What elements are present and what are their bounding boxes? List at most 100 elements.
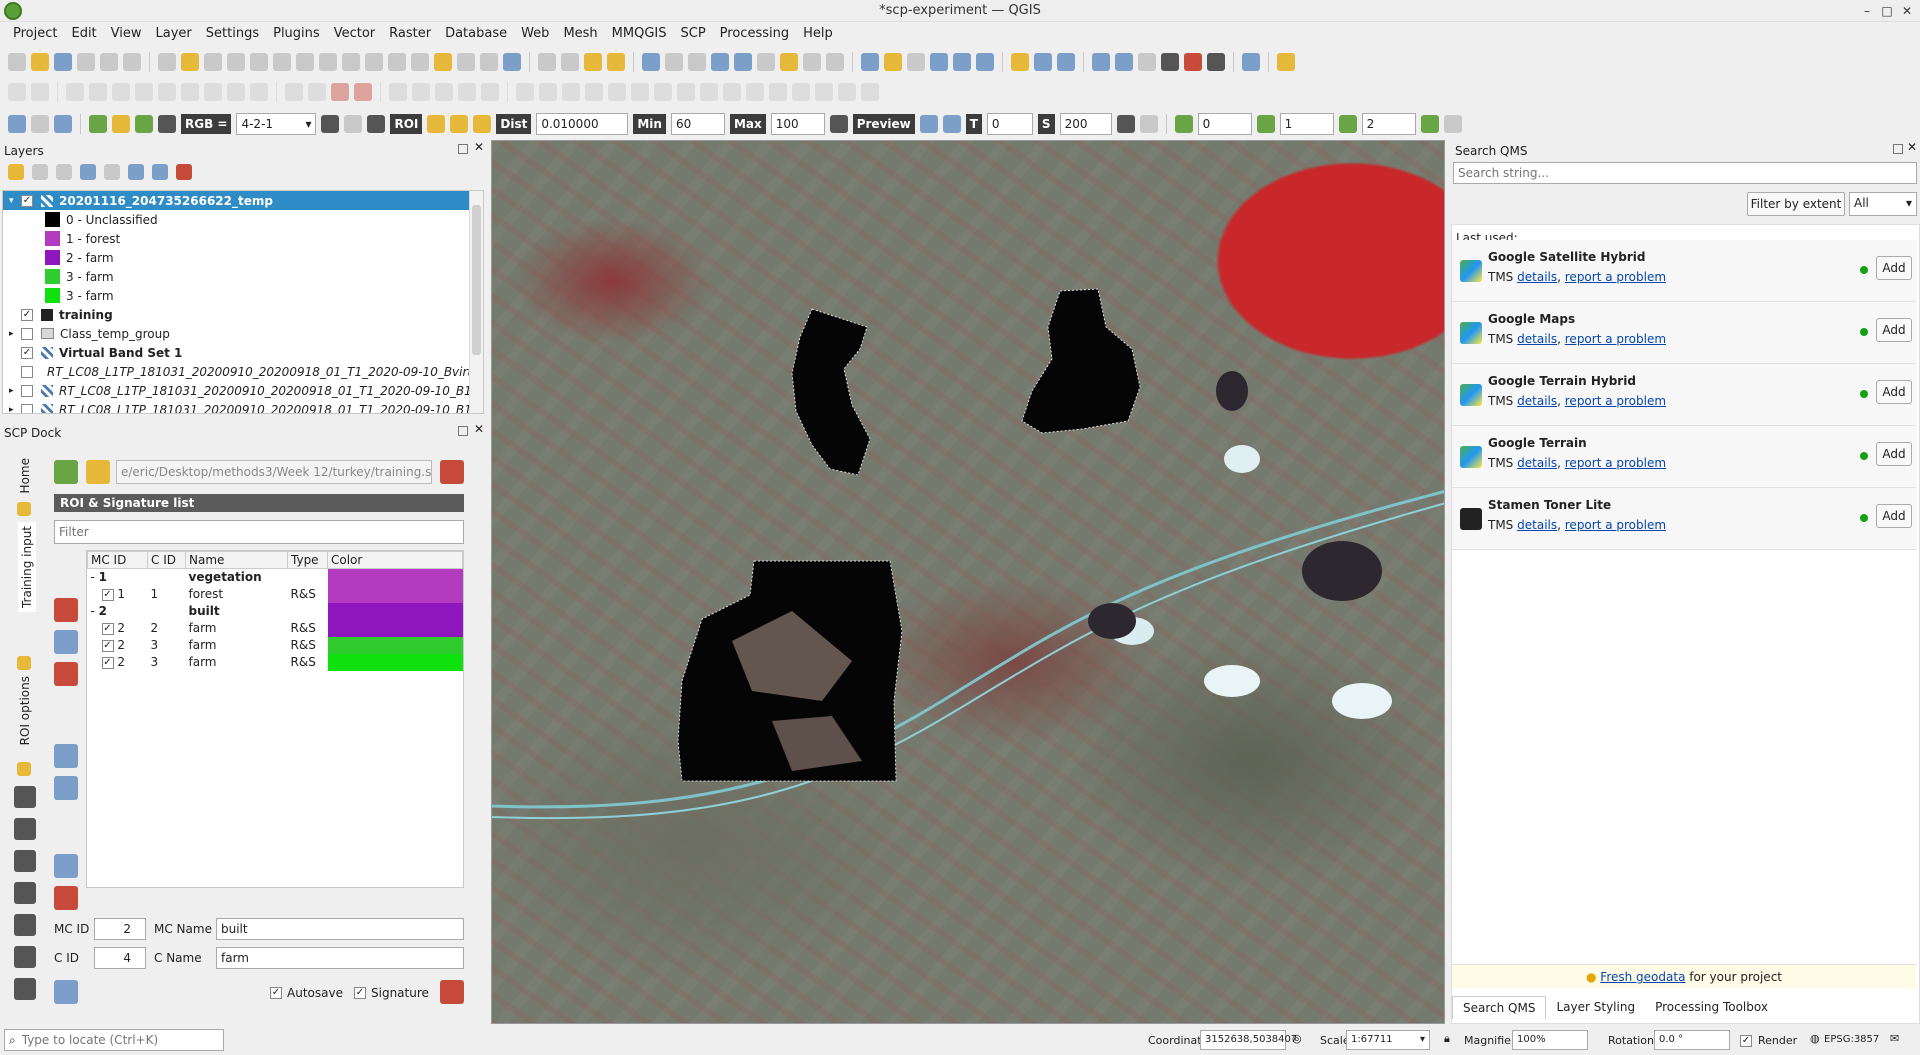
scp-settings-icon[interactable] (1443, 115, 1462, 133)
label-pin-icon[interactable] (308, 83, 326, 101)
collapse-icon[interactable]: - (91, 570, 95, 584)
layer-row-temp[interactable]: ▾ ✓ 20201116_204735266622_temp (3, 191, 483, 210)
save-roi-icon[interactable] (440, 980, 464, 1004)
menu-layer[interactable]: Layer (149, 22, 199, 46)
t-input[interactable]: 0 (986, 113, 1033, 135)
layout-manager-icon[interactable] (123, 53, 141, 71)
float-panel-icon[interactable] (458, 426, 468, 436)
scatter-plot-icon[interactable] (54, 744, 78, 768)
band-set-tab-icon[interactable] (14, 786, 36, 808)
classification-preview-icon[interactable] (919, 115, 938, 133)
scale-combo[interactable]: 1:67711 ▾ (1346, 1030, 1430, 1050)
float-panel-icon[interactable] (1893, 144, 1903, 154)
qms-filter-select[interactable]: All ▾ (1849, 192, 1917, 216)
show-rgb-icon[interactable] (158, 115, 176, 133)
batch-tab-icon[interactable] (14, 978, 36, 1000)
trim-extend-icon[interactable] (815, 83, 833, 101)
warning-icon[interactable] (1011, 53, 1029, 71)
merge-signatures-icon[interactable] (54, 630, 78, 654)
close-panel-icon[interactable]: ✕ (1907, 140, 1917, 154)
refresh-icon[interactable] (503, 53, 521, 71)
annotation-icon[interactable] (803, 53, 821, 71)
paste-icon[interactable] (204, 83, 222, 101)
filter-by-extent-button[interactable]: Filter by extent (1747, 192, 1845, 216)
label-move-icon[interactable] (389, 83, 407, 101)
settings-gear-icon[interactable] (711, 53, 729, 71)
menu-raster[interactable]: Raster (382, 22, 438, 46)
table-row[interactable]: ✓ 2 3 farm R&S (88, 653, 463, 671)
layer-row-raster[interactable]: ▸ RT_LC08_L1TP_181031_20200910_20200918_… (3, 381, 483, 400)
new-map-view-icon[interactable] (388, 53, 406, 71)
collapse-icon[interactable]: - (91, 604, 95, 618)
remove-layer-icon[interactable] (176, 164, 192, 180)
manage-visibility-icon[interactable] (56, 164, 72, 180)
delete-signature-icon[interactable] (54, 662, 78, 686)
zoom-next-icon[interactable] (365, 53, 383, 71)
signature-filter-input[interactable] (54, 520, 464, 544)
layer-row-group[interactable]: ▸ Class_temp_group (3, 324, 483, 343)
filter-expression-icon[interactable] (104, 164, 120, 180)
rotation-input[interactable]: 0.0 ° (1654, 1030, 1730, 1050)
scp-chart-icon[interactable] (54, 115, 72, 133)
add-ring-icon[interactable] (677, 83, 695, 101)
nextgis-icon[interactable] (1277, 53, 1295, 71)
min-input[interactable]: 60 (670, 113, 725, 135)
field-calculator-icon[interactable] (688, 53, 706, 71)
edit-pencil-icon[interactable] (8, 83, 26, 101)
wfs-icon[interactable] (976, 53, 994, 71)
snapping-icon[interactable] (838, 83, 856, 101)
style-panel-icon[interactable] (8, 164, 24, 180)
open-training-file-icon[interactable] (54, 460, 78, 484)
autosave-toggle[interactable]: ✓ Autosave (270, 986, 343, 1000)
preview-zoom-icon[interactable] (829, 115, 848, 133)
preprocessing-tab-icon[interactable] (14, 882, 36, 904)
col-name[interactable]: Name (185, 551, 288, 569)
layer-checkbox[interactable] (21, 384, 33, 397)
redo-preview-icon[interactable] (942, 115, 961, 133)
label-rotate-icon[interactable] (412, 83, 430, 101)
delete-selected-icon[interactable] (135, 83, 153, 101)
calculate-signatures-icon[interactable] (54, 776, 78, 800)
binoculars-icon[interactable] (1207, 53, 1225, 71)
color-cell[interactable] (327, 653, 463, 671)
report-problem-link[interactable]: report a problem (1565, 456, 1666, 470)
layer-checkbox[interactable] (21, 365, 33, 378)
delete-ring-icon[interactable] (746, 83, 764, 101)
layer-checkbox[interactable]: ✓ (21, 308, 33, 321)
deselect-icon[interactable] (584, 53, 602, 71)
new-training-file-icon[interactable] (86, 460, 110, 484)
plot-tab-icon[interactable] (14, 818, 36, 840)
layer-tree-scrollbar[interactable] (469, 191, 483, 413)
redo-icon[interactable] (250, 83, 268, 101)
tab-home[interactable]: Home (18, 458, 32, 493)
create-roi-icon[interactable] (427, 115, 446, 133)
select-location-icon[interactable] (607, 53, 625, 71)
pan-icon[interactable] (158, 53, 176, 71)
kml-icon[interactable] (1139, 115, 1158, 133)
tab-layer-styling[interactable]: Layer Styling (1546, 996, 1645, 1019)
add-feature-icon[interactable] (89, 83, 107, 101)
add-layer-icon[interactable] (861, 53, 879, 71)
close-panel-icon[interactable]: ✕ (474, 422, 484, 436)
locator-bar[interactable]: ⌕ (4, 1029, 224, 1051)
mc-id-input[interactable]: 2 (94, 918, 146, 940)
color-cell[interactable] (327, 619, 463, 637)
cut-icon[interactable] (158, 83, 176, 101)
toggle-editing-icon[interactable] (31, 83, 49, 101)
menu-mmqgis[interactable]: MMQGIS (605, 22, 674, 46)
chevron-right-icon[interactable]: ▸ (9, 405, 21, 414)
globe-selected-icon[interactable] (1057, 53, 1075, 71)
menu-processing[interactable]: Processing (713, 22, 796, 46)
show-roi-icon[interactable] (344, 115, 363, 133)
export-signature-icon[interactable] (54, 886, 78, 910)
layer-checkbox[interactable]: ✓ (21, 194, 33, 207)
add-button[interactable]: Add (1876, 256, 1912, 280)
undo-redo-icon[interactable] (1115, 53, 1133, 71)
signature-plot-icon[interactable] (54, 598, 78, 622)
col-color[interactable]: Color (327, 551, 463, 569)
details-link[interactable]: details (1517, 332, 1557, 346)
report-problem-link[interactable]: report a problem (1565, 332, 1666, 346)
menu-settings[interactable]: Settings (199, 22, 266, 46)
zoom-input-image-icon[interactable] (89, 115, 107, 133)
c-name-input[interactable]: farm (216, 947, 464, 969)
